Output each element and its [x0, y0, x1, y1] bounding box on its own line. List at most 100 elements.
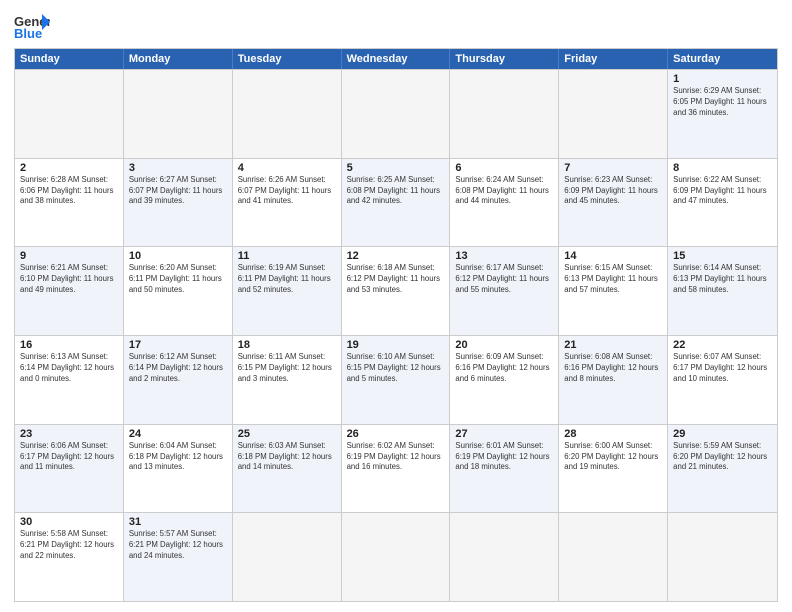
calendar-cell: 28Sunrise: 6:00 AM Sunset: 6:20 PM Dayli… [559, 425, 668, 513]
day-number: 18 [238, 339, 336, 351]
page: General Blue SundayMondayTuesdayWednesda… [0, 0, 792, 612]
day-number: 9 [20, 250, 118, 262]
day-number: 28 [564, 428, 662, 440]
cell-info: Sunrise: 5:59 AM Sunset: 6:20 PM Dayligh… [673, 441, 772, 474]
calendar-cell: 11Sunrise: 6:19 AM Sunset: 6:11 PM Dayli… [233, 247, 342, 335]
svg-text:Blue: Blue [14, 26, 42, 40]
day-number: 21 [564, 339, 662, 351]
cell-info: Sunrise: 6:17 AM Sunset: 6:12 PM Dayligh… [455, 263, 553, 296]
calendar-cell: 8Sunrise: 6:22 AM Sunset: 6:09 PM Daylig… [668, 159, 777, 247]
calendar-cell: 15Sunrise: 6:14 AM Sunset: 6:13 PM Dayli… [668, 247, 777, 335]
day-number: 26 [347, 428, 445, 440]
day-number: 31 [129, 516, 227, 528]
calendar-cell: 3Sunrise: 6:27 AM Sunset: 6:07 PM Daylig… [124, 159, 233, 247]
calendar-cell [559, 513, 668, 601]
day-number: 3 [129, 162, 227, 174]
calendar-body: 1Sunrise: 6:29 AM Sunset: 6:05 PM Daylig… [15, 69, 777, 601]
day-number: 29 [673, 428, 772, 440]
cell-info: Sunrise: 6:04 AM Sunset: 6:18 PM Dayligh… [129, 441, 227, 474]
day-number: 2 [20, 162, 118, 174]
day-number: 14 [564, 250, 662, 262]
day-number: 10 [129, 250, 227, 262]
calendar-cell [233, 70, 342, 158]
calendar-row: 9Sunrise: 6:21 AM Sunset: 6:10 PM Daylig… [15, 246, 777, 335]
calendar-cell: 29Sunrise: 5:59 AM Sunset: 6:20 PM Dayli… [668, 425, 777, 513]
calendar-cell: 16Sunrise: 6:13 AM Sunset: 6:14 PM Dayli… [15, 336, 124, 424]
calendar-cell: 31Sunrise: 5:57 AM Sunset: 6:21 PM Dayli… [124, 513, 233, 601]
cell-info: Sunrise: 6:25 AM Sunset: 6:08 PM Dayligh… [347, 175, 445, 208]
header: General Blue [14, 12, 778, 40]
cell-info: Sunrise: 6:06 AM Sunset: 6:17 PM Dayligh… [20, 441, 118, 474]
day-number: 6 [455, 162, 553, 174]
calendar-cell [559, 70, 668, 158]
day-number: 22 [673, 339, 772, 351]
cell-info: Sunrise: 6:28 AM Sunset: 6:06 PM Dayligh… [20, 175, 118, 208]
cell-info: Sunrise: 6:00 AM Sunset: 6:20 PM Dayligh… [564, 441, 662, 474]
cell-info: Sunrise: 6:10 AM Sunset: 6:15 PM Dayligh… [347, 352, 445, 385]
day-number: 30 [20, 516, 118, 528]
header-day-thursday: Thursday [450, 49, 559, 69]
cell-info: Sunrise: 6:11 AM Sunset: 6:15 PM Dayligh… [238, 352, 336, 385]
day-number: 25 [238, 428, 336, 440]
cell-info: Sunrise: 6:21 AM Sunset: 6:10 PM Dayligh… [20, 263, 118, 296]
cell-info: Sunrise: 6:24 AM Sunset: 6:08 PM Dayligh… [455, 175, 553, 208]
day-number: 7 [564, 162, 662, 174]
cell-info: Sunrise: 6:19 AM Sunset: 6:11 PM Dayligh… [238, 263, 336, 296]
cell-info: Sunrise: 6:01 AM Sunset: 6:19 PM Dayligh… [455, 441, 553, 474]
calendar-cell: 17Sunrise: 6:12 AM Sunset: 6:14 PM Dayli… [124, 336, 233, 424]
calendar-cell: 23Sunrise: 6:06 AM Sunset: 6:17 PM Dayli… [15, 425, 124, 513]
calendar-cell: 24Sunrise: 6:04 AM Sunset: 6:18 PM Dayli… [124, 425, 233, 513]
calendar-header: SundayMondayTuesdayWednesdayThursdayFrid… [15, 49, 777, 69]
calendar-cell [668, 513, 777, 601]
calendar-cell: 30Sunrise: 5:58 AM Sunset: 6:21 PM Dayli… [15, 513, 124, 601]
cell-info: Sunrise: 6:22 AM Sunset: 6:09 PM Dayligh… [673, 175, 772, 208]
day-number: 23 [20, 428, 118, 440]
calendar-cell [342, 70, 451, 158]
logo: General Blue [14, 12, 50, 40]
day-number: 5 [347, 162, 445, 174]
calendar-cell: 5Sunrise: 6:25 AM Sunset: 6:08 PM Daylig… [342, 159, 451, 247]
calendar-cell: 7Sunrise: 6:23 AM Sunset: 6:09 PM Daylig… [559, 159, 668, 247]
calendar-cell: 2Sunrise: 6:28 AM Sunset: 6:06 PM Daylig… [15, 159, 124, 247]
cell-info: Sunrise: 6:14 AM Sunset: 6:13 PM Dayligh… [673, 263, 772, 296]
calendar-cell: 27Sunrise: 6:01 AM Sunset: 6:19 PM Dayli… [450, 425, 559, 513]
calendar-cell: 20Sunrise: 6:09 AM Sunset: 6:16 PM Dayli… [450, 336, 559, 424]
cell-info: Sunrise: 6:27 AM Sunset: 6:07 PM Dayligh… [129, 175, 227, 208]
logo-icon: General Blue [14, 12, 50, 40]
calendar-row: 16Sunrise: 6:13 AM Sunset: 6:14 PM Dayli… [15, 335, 777, 424]
day-number: 19 [347, 339, 445, 351]
cell-info: Sunrise: 6:08 AM Sunset: 6:16 PM Dayligh… [564, 352, 662, 385]
day-number: 13 [455, 250, 553, 262]
calendar-cell: 22Sunrise: 6:07 AM Sunset: 6:17 PM Dayli… [668, 336, 777, 424]
header-day-monday: Monday [124, 49, 233, 69]
calendar-cell: 1Sunrise: 6:29 AM Sunset: 6:05 PM Daylig… [668, 70, 777, 158]
cell-info: Sunrise: 6:13 AM Sunset: 6:14 PM Dayligh… [20, 352, 118, 385]
header-day-sunday: Sunday [15, 49, 124, 69]
cell-info: Sunrise: 5:58 AM Sunset: 6:21 PM Dayligh… [20, 529, 118, 562]
day-number: 16 [20, 339, 118, 351]
calendar-row: 1Sunrise: 6:29 AM Sunset: 6:05 PM Daylig… [15, 69, 777, 158]
day-number: 11 [238, 250, 336, 262]
cell-info: Sunrise: 6:03 AM Sunset: 6:18 PM Dayligh… [238, 441, 336, 474]
day-number: 1 [673, 73, 772, 85]
calendar-cell: 4Sunrise: 6:26 AM Sunset: 6:07 PM Daylig… [233, 159, 342, 247]
cell-info: Sunrise: 6:09 AM Sunset: 6:16 PM Dayligh… [455, 352, 553, 385]
header-day-friday: Friday [559, 49, 668, 69]
day-number: 12 [347, 250, 445, 262]
day-number: 17 [129, 339, 227, 351]
cell-info: Sunrise: 6:15 AM Sunset: 6:13 PM Dayligh… [564, 263, 662, 296]
cell-info: Sunrise: 6:23 AM Sunset: 6:09 PM Dayligh… [564, 175, 662, 208]
header-day-tuesday: Tuesday [233, 49, 342, 69]
header-day-saturday: Saturday [668, 49, 777, 69]
calendar: SundayMondayTuesdayWednesdayThursdayFrid… [14, 48, 778, 602]
day-number: 4 [238, 162, 336, 174]
day-number: 24 [129, 428, 227, 440]
calendar-cell: 14Sunrise: 6:15 AM Sunset: 6:13 PM Dayli… [559, 247, 668, 335]
calendar-cell: 21Sunrise: 6:08 AM Sunset: 6:16 PM Dayli… [559, 336, 668, 424]
calendar-cell: 19Sunrise: 6:10 AM Sunset: 6:15 PM Dayli… [342, 336, 451, 424]
cell-info: Sunrise: 5:57 AM Sunset: 6:21 PM Dayligh… [129, 529, 227, 562]
calendar-cell: 12Sunrise: 6:18 AM Sunset: 6:12 PM Dayli… [342, 247, 451, 335]
cell-info: Sunrise: 6:18 AM Sunset: 6:12 PM Dayligh… [347, 263, 445, 296]
calendar-cell: 10Sunrise: 6:20 AM Sunset: 6:11 PM Dayli… [124, 247, 233, 335]
calendar-row: 23Sunrise: 6:06 AM Sunset: 6:17 PM Dayli… [15, 424, 777, 513]
